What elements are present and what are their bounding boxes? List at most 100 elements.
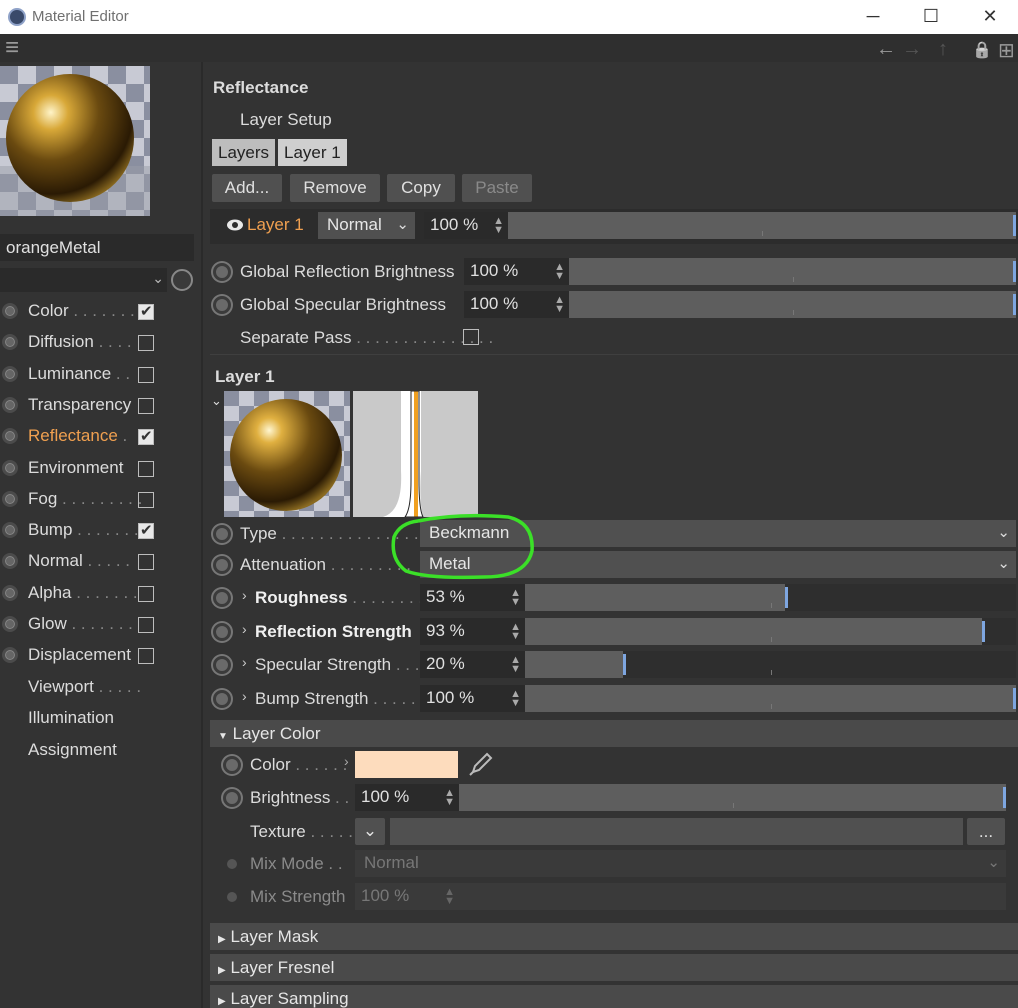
channel-enable-checkbox[interactable]: [138, 302, 154, 320]
sidebar-item-transparency[interactable]: Transparency: [0, 390, 200, 421]
copy-layer-button[interactable]: Copy: [387, 174, 455, 202]
brightness-slider[interactable]: [459, 784, 1006, 811]
layer-mask-section-header[interactable]: ▶ Layer Mask: [210, 923, 1018, 950]
channel-enable-checkbox[interactable]: [138, 427, 154, 446]
sidebar-item-luminance[interactable]: Luminance . .: [0, 359, 200, 390]
eye-icon[interactable]: [226, 218, 244, 232]
eyedropper-icon[interactable]: [467, 750, 495, 778]
expand-arrow-icon[interactable]: ›: [242, 654, 247, 670]
channel-enable-checkbox[interactable]: [138, 460, 154, 477]
expand-arrow-icon[interactable]: ›: [242, 621, 247, 637]
specular-strength-slider[interactable]: [525, 651, 1016, 678]
remove-layer-button[interactable]: Remove: [290, 174, 380, 202]
channel-keyframe-icon[interactable]: [2, 303, 18, 319]
sidebar-item-diffusion[interactable]: Diffusion . . . .: [0, 327, 200, 358]
channel-keyframe-icon[interactable]: [2, 522, 18, 539]
pick-material-icon[interactable]: [171, 269, 193, 291]
sidebar-item-displacement[interactable]: Displacement: [0, 640, 200, 671]
slider-handle[interactable]: [623, 654, 626, 675]
channel-keyframe-icon[interactable]: [2, 553, 18, 570]
channel-enable-checkbox[interactable]: [138, 648, 154, 665]
channel-enable-checkbox[interactable]: [138, 521, 154, 540]
color-swatch[interactable]: [355, 751, 458, 778]
slider-handle[interactable]: [982, 621, 985, 642]
sidebar-item-bump[interactable]: Bump . . . . . . .: [0, 515, 200, 546]
channel-keyframe-icon[interactable]: [2, 396, 18, 413]
expand-arrow-icon[interactable]: ›: [344, 753, 349, 769]
specular-strength-field[interactable]: 20 % ▲ ▼: [420, 651, 525, 678]
spinner-icon[interactable]: ▲ ▼: [554, 262, 565, 282]
material-preview[interactable]: [0, 66, 150, 216]
maximize-button[interactable]: ☐: [911, 4, 951, 28]
reflection-strength-keyframe-icon[interactable]: [213, 623, 231, 641]
channel-keyframe-icon[interactable]: [2, 459, 18, 476]
channel-keyframe-icon[interactable]: [2, 334, 18, 351]
separate-pass-checkbox[interactable]: [463, 329, 479, 345]
spinner-icon[interactable]: ▲ ▼: [510, 622, 521, 642]
sidebar-item-environment[interactable]: Environment: [0, 453, 200, 484]
layer-opacity-field[interactable]: 100 % ▲ ▼: [424, 212, 508, 239]
tab-layer-1[interactable]: Layer 1: [278, 139, 347, 166]
global-reflection-keyframe-icon[interactable]: [213, 263, 231, 281]
color-keyframe-icon[interactable]: [223, 756, 241, 774]
sidebar-item-normal[interactable]: Normal . . . . .: [0, 546, 200, 577]
texture-browse-button[interactable]: ...: [967, 818, 1005, 845]
global-reflection-field[interactable]: 100 % ▲ ▼: [464, 258, 569, 285]
spinner-icon[interactable]: ▲ ▼: [493, 216, 504, 236]
up-arrow-icon[interactable]: ↑: [938, 38, 948, 61]
channel-keyframe-icon[interactable]: [2, 647, 18, 664]
spinner-icon[interactable]: ▲ ▼: [554, 295, 565, 315]
bump-strength-slider[interactable]: [525, 685, 1016, 712]
global-specular-field[interactable]: 100 % ▲ ▼: [464, 291, 569, 318]
slider-handle[interactable]: [1013, 294, 1016, 315]
expand-arrow-icon[interactable]: ›: [242, 688, 247, 704]
sidebar-item-reflectance[interactable]: Reflectance .: [0, 421, 200, 452]
menu-icon[interactable]: ≡: [5, 34, 19, 62]
channel-keyframe-icon[interactable]: [2, 584, 18, 601]
channel-enable-checkbox[interactable]: [138, 335, 154, 352]
sidebar-item-glow[interactable]: Glow . . . . . . .: [0, 609, 200, 640]
spinner-icon[interactable]: ▲ ▼: [510, 689, 521, 709]
spinner-icon[interactable]: ▲ ▼: [444, 788, 455, 808]
slider-handle[interactable]: [1013, 688, 1016, 709]
layer-blend-mode-dropdown[interactable]: Normal ⌄: [318, 212, 415, 239]
add-layer-button[interactable]: Add...: [212, 174, 282, 202]
layer-opacity-slider[interactable]: [508, 212, 1016, 239]
global-specular-keyframe-icon[interactable]: [213, 296, 231, 314]
slider-handle[interactable]: [1003, 787, 1006, 808]
roughness-keyframe-icon[interactable]: [213, 589, 231, 607]
slider-handle[interactable]: [1013, 215, 1016, 236]
sidebar-item-viewport[interactable]: Viewport . . . . .: [0, 672, 200, 703]
reflection-strength-field[interactable]: 93 % ▲ ▼: [420, 618, 525, 645]
sidebar-item-fog[interactable]: Fog . . . . . . . . .: [0, 484, 200, 515]
channel-enable-checkbox[interactable]: [138, 585, 154, 602]
layer-row-name[interactable]: Layer 1: [247, 215, 304, 235]
bump-strength-field[interactable]: 100 % ▲ ▼: [420, 685, 525, 712]
texture-field[interactable]: [390, 818, 963, 845]
channel-enable-checkbox[interactable]: [138, 397, 154, 414]
bump-strength-keyframe-icon[interactable]: [213, 690, 231, 708]
new-window-icon[interactable]: ⊞: [998, 38, 1015, 63]
global-reflection-slider[interactable]: [569, 258, 1016, 285]
expand-arrow-icon[interactable]: ›: [242, 587, 247, 603]
brightness-keyframe-icon[interactable]: [223, 789, 241, 807]
material-name-field[interactable]: orangeMetal: [0, 234, 194, 261]
channel-keyframe-icon[interactable]: [2, 428, 18, 445]
channel-enable-checkbox[interactable]: [138, 491, 154, 508]
type-keyframe-icon[interactable]: [213, 525, 231, 543]
specular-strength-keyframe-icon[interactable]: [213, 656, 231, 674]
sidebar-item-assignment[interactable]: Assignment: [0, 735, 200, 766]
slider-handle[interactable]: [1013, 261, 1016, 282]
minimize-button[interactable]: ─: [853, 4, 893, 28]
reflection-strength-slider[interactable]: [525, 618, 1016, 645]
spinner-icon[interactable]: ▲ ▼: [510, 588, 521, 608]
roughness-slider[interactable]: [525, 584, 1016, 611]
slider-handle[interactable]: [785, 587, 788, 608]
roughness-field[interactable]: 53 % ▲ ▼: [420, 584, 525, 611]
channel-keyframe-icon[interactable]: [2, 490, 18, 507]
close-button[interactable]: ✕: [970, 4, 1010, 28]
forward-arrow-icon[interactable]: →: [902, 38, 922, 61]
back-arrow-icon[interactable]: ←: [876, 38, 896, 61]
layer-fresnel-section-header[interactable]: ▶ Layer Fresnel: [210, 954, 1018, 981]
channel-enable-checkbox[interactable]: [138, 366, 154, 383]
